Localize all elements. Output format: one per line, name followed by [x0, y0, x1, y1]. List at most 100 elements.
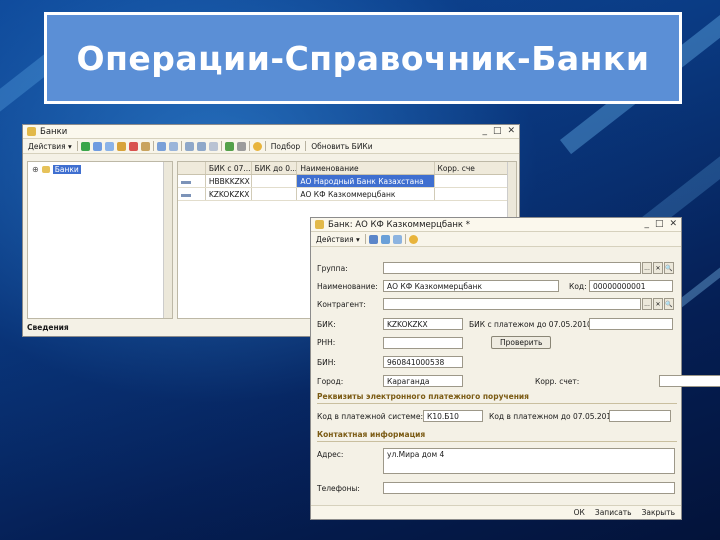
cell-name: АО КФ Казкоммерцбанк	[297, 188, 435, 200]
maximize-icon[interactable]: □	[655, 220, 664, 229]
close-icon[interactable]: ✕	[507, 127, 515, 136]
save-icon[interactable]	[368, 234, 378, 244]
tree-root-label[interactable]: Банки	[52, 165, 81, 174]
group-field[interactable]	[383, 262, 641, 274]
payment-code-before-label: Код в платежном до 07.05.2010:	[489, 411, 619, 421]
cell-bik-from: HBBKKZKX	[206, 175, 252, 187]
form-window-title: Банк: АО КФ Казкоммерцбанк *	[328, 219, 470, 230]
bik-label: БИК:	[317, 319, 336, 329]
actions-menu[interactable]: Действия ▾	[26, 142, 74, 151]
slide-title-box: Операции-Справочник-Банки	[44, 12, 682, 104]
group-label: Группа:	[317, 263, 348, 273]
bik-before-field[interactable]	[589, 318, 673, 330]
select-button[interactable]: Подбор	[269, 142, 302, 151]
item-icon	[181, 180, 191, 184]
add-group-icon[interactable]	[92, 141, 102, 151]
name-field[interactable]: АО КФ Казкоммерцбанк	[383, 280, 559, 292]
bin-label: БИН:	[317, 357, 336, 367]
update-bik-button[interactable]: Обновить БИКи	[309, 142, 374, 151]
table-row[interactable]: KZKOKZKX АО КФ Казкоммерцбанк	[178, 188, 516, 201]
cell-bik-from: KZKOKZKX	[206, 188, 252, 200]
maximize-icon[interactable]: □	[493, 127, 502, 136]
corr-field[interactable]	[659, 375, 720, 387]
address-label: Адрес:	[317, 450, 344, 459]
cell-corr	[435, 188, 516, 200]
select-button[interactable]: ...	[642, 262, 652, 274]
rnn-label: РНН:	[317, 338, 336, 347]
settings-icon[interactable]	[236, 141, 246, 151]
section-divider	[317, 403, 677, 404]
tree-root-row[interactable]: ⊕ Банки	[28, 162, 172, 177]
banks-toolbar: Действия ▾ Подбор Обновить БИКи	[23, 139, 519, 154]
code-field[interactable]: 00000000001	[589, 280, 673, 292]
close-button[interactable]: Закрыть	[642, 508, 675, 517]
banks-window-title: Банки	[40, 126, 68, 137]
write-button[interactable]: Записать	[595, 508, 632, 517]
address-field[interactable]: ул.Мира дом 4	[383, 448, 675, 474]
city-field[interactable]: Караганда	[383, 375, 463, 387]
form-footer: ОК Записать Закрыть	[311, 505, 681, 519]
filter-icon[interactable]	[184, 141, 194, 151]
check-button[interactable]: Проверить	[491, 336, 552, 349]
mark-delete-icon[interactable]	[140, 141, 150, 151]
phones-field[interactable]	[383, 482, 675, 494]
column-header[interactable]: Наименование	[297, 162, 435, 174]
delete-icon[interactable]	[128, 141, 138, 151]
copy-icon[interactable]	[104, 141, 114, 151]
clear-icon[interactable]: ✕	[653, 262, 663, 274]
open-icon[interactable]: 🔍	[664, 298, 674, 310]
table-header: БИК с 07... БИК до 0... Наименование Кор…	[178, 162, 516, 175]
actions-menu[interactable]: Действия ▾	[314, 235, 362, 244]
tree-scrollbar[interactable]	[163, 162, 172, 318]
name-label: Наименование:	[317, 281, 378, 291]
banks-window-titlebar[interactable]: Банки _ □ ✕	[23, 125, 519, 139]
item-icon	[181, 193, 191, 197]
bank-form-window: Банк: АО КФ Казкоммерцбанк * _ □ ✕ Дейст…	[310, 217, 720, 520]
contragent-label: Контрагент:	[317, 299, 366, 309]
select-button[interactable]: ...	[642, 298, 652, 310]
expand-icon[interactable]: ⊕	[32, 165, 39, 174]
column-header[interactable]: БИК с 07...	[206, 162, 252, 174]
ok-button[interactable]: ОК	[574, 508, 585, 517]
column-header[interactable]: Корр. сче	[435, 162, 516, 174]
refresh-icon[interactable]	[224, 141, 234, 151]
contacts-section-title: Контактная информация	[317, 430, 426, 439]
banks-tree[interactable]: ⊕ Банки	[27, 161, 173, 319]
cell-bik-to	[252, 175, 298, 187]
close-icon[interactable]: ✕	[669, 220, 677, 229]
open-icon[interactable]: 🔍	[664, 262, 674, 274]
payment-code-before-field[interactable]	[609, 410, 671, 422]
window-app-icon	[27, 127, 36, 136]
slide-title: Операции-Справочник-Банки	[76, 38, 650, 78]
structure-icon[interactable]	[392, 234, 402, 244]
cell-name: АО Народный Банк Казахстана	[297, 175, 435, 187]
minimize-icon[interactable]: _	[482, 127, 487, 136]
window-app-icon	[315, 220, 324, 229]
bik-field[interactable]: KZKOKZKX	[383, 318, 463, 330]
corr-label: Корр. счет:	[535, 376, 580, 386]
payment-code-field[interactable]: К10.Б10	[423, 410, 483, 422]
tree-icon[interactable]	[168, 141, 178, 151]
payment-code-label: Код в платежной системе:	[317, 411, 423, 421]
column-header[interactable]	[178, 162, 206, 174]
print-icon[interactable]	[380, 234, 390, 244]
city-label: Город:	[317, 376, 344, 386]
bin-field[interactable]: 960841000538	[383, 356, 463, 368]
edit-icon[interactable]	[116, 141, 126, 151]
help-icon[interactable]	[408, 234, 418, 244]
table-row[interactable]: HBBKKZKX АО Народный Банк Казахстана	[178, 175, 516, 188]
minimize-icon[interactable]: _	[644, 220, 649, 229]
hierarchy-icon[interactable]	[156, 141, 166, 151]
help-icon[interactable]	[252, 141, 262, 151]
bik-before-label: БИК с платежом до 07.05.2010:	[469, 319, 595, 329]
rnn-field[interactable]	[383, 336, 463, 349]
add-icon[interactable]	[80, 141, 90, 151]
column-header[interactable]: БИК до 0...	[252, 162, 298, 174]
contragent-field[interactable]	[383, 298, 641, 310]
clear-icon[interactable]: ✕	[653, 298, 663, 310]
phones-label: Телефоны:	[317, 483, 360, 493]
filter-list-icon[interactable]	[196, 141, 206, 151]
form-window-titlebar[interactable]: Банк: АО КФ Казкоммерцбанк * _ □ ✕	[311, 218, 681, 232]
clear-filter-icon[interactable]	[208, 141, 218, 151]
code-label: Код:	[569, 281, 587, 291]
